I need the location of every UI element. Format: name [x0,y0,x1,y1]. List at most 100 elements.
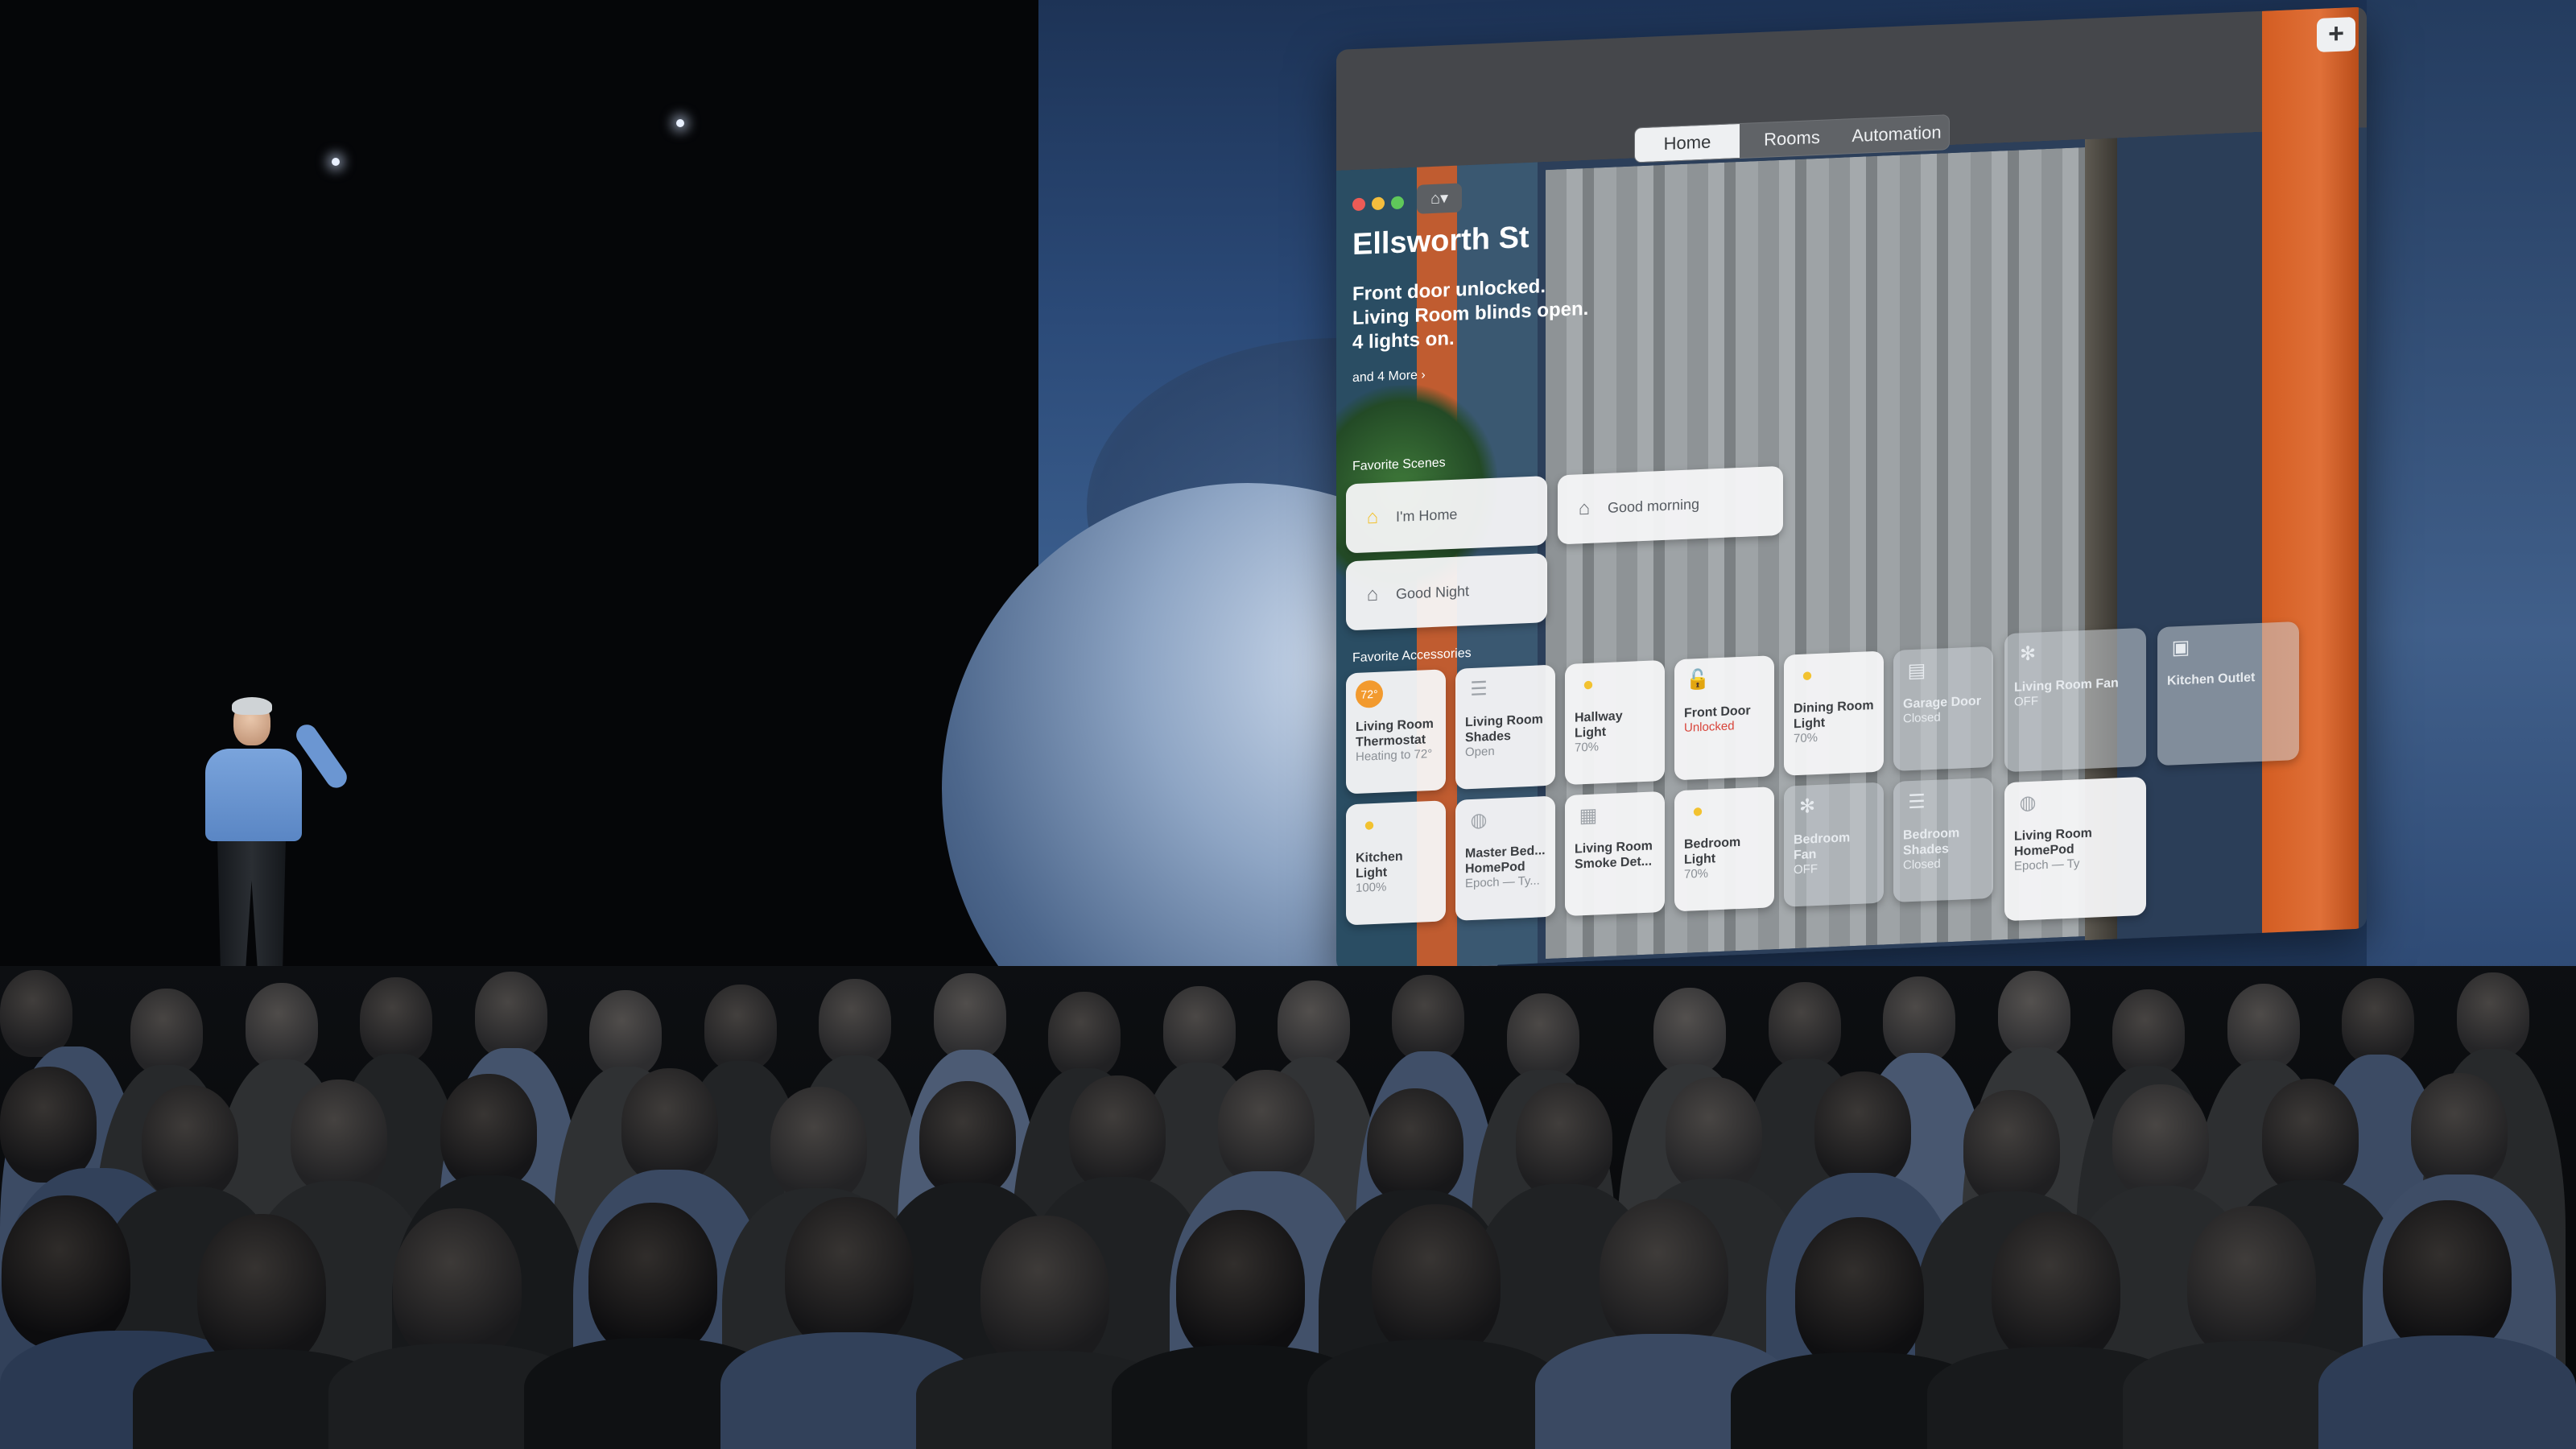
lightbulb-icon: ● [1363,813,1376,836]
accessory-bedroom-light[interactable]: ● Bedroom Light 70% [1674,786,1774,912]
audience-head [474,972,547,1059]
audience-head [1162,986,1236,1073]
audience-head [621,1068,718,1184]
accessory-status: 100% [1356,880,1387,895]
tab-home[interactable]: Home [1635,124,1740,163]
audience-head [1963,1090,2061,1206]
audience-head [1048,992,1121,1079]
accessory-master-bed-homepod[interactable]: ◍ Master Bed... HomePod Epoch — Ty... [1455,795,1555,921]
audience-head [2410,1073,2508,1189]
scene-good-morning[interactable]: ⌂ Good morning [1558,465,1783,545]
accessory-kitchen-light[interactable]: ● Kitchen Light 100% [1346,800,1446,926]
shades-icon: ☰ [1908,791,1926,814]
homepod-icon: ◍ [1470,809,1488,832]
wallpaper-sky [2367,0,2576,1055]
accessory-dining-room-light[interactable]: ● Dining Room Light 70% [1784,650,1884,776]
accessory-kitchen-outlet[interactable]: ▣ Kitchen Outlet [2157,621,2299,766]
accessory-name: Bedroom Shades [1903,826,1960,858]
audience-head [933,973,1006,1060]
home-status: Front door unlocked. Living Room blinds … [1352,273,1588,355]
scene-im-home[interactable]: ⌂ I'm Home [1346,476,1547,554]
accessory-status: 70% [1684,866,1709,881]
lightbulb-icon: ● [1582,673,1595,696]
audience-head [2342,978,2415,1065]
home-menu-button[interactable]: ⌂▾ [1417,183,1462,214]
audience-head [291,1080,388,1195]
accessory-living-room-smoke-detector[interactable]: ▦ Living Room Smoke Det... [1565,791,1665,917]
accessory-name: Living Room Thermostat [1356,716,1434,749]
presenter-shirt [205,749,302,841]
wallpaper-orange-wall [2262,6,2359,937]
audience-head [1068,1075,1166,1191]
audience-head [1392,975,1465,1062]
accessory-status: Closed [1903,710,1941,726]
add-button[interactable]: + [2317,16,2355,52]
accessory-garage-door[interactable]: ▤ Garage Door Closed [1893,646,1993,771]
audience-head [1372,1204,1501,1359]
audience-head [980,1216,1109,1370]
audience-head [2112,989,2186,1076]
audience-head [197,1214,327,1368]
accessory-living-room-thermostat[interactable]: 72° Living Room Thermostat Heating to 72… [1346,669,1446,795]
stage-light [332,158,340,166]
house-person-icon: ⌂ [1366,506,1379,529]
audience-head [1768,982,1841,1069]
accessory-hallway-light[interactable]: ● Hallway Light 70% [1565,659,1665,786]
accessory-status: OFF [1794,861,1818,877]
audience-head [0,1067,97,1183]
audience-head [1217,1070,1315,1186]
audience-head [2,1195,130,1350]
accessory-status: Unlocked [1684,719,1735,735]
homepod-icon: ◍ [2019,791,2037,815]
home-app-window: ⌂▾ Home Rooms Automation + Ellsworth St … [1336,6,2367,972]
more-status-link[interactable]: and 4 More › [1352,368,1426,386]
audience-head [1991,1212,2120,1366]
fan-icon: ✻ [1798,795,1816,818]
lightbulb-icon: ● [1691,799,1704,823]
audience [0,966,2576,1449]
sunrise-house-icon: ⌂ [1578,497,1591,520]
accessory-living-room-homepod[interactable]: ◍ Living Room HomePod Epoch — Ty [2004,776,2146,922]
audience-head [1278,980,1350,1067]
scene-good-night[interactable]: ⌂ Good Night [1346,553,1547,631]
accessory-status: Open [1465,744,1495,760]
audience-head [589,990,663,1077]
audience-head [588,1203,718,1357]
stage-light [676,119,684,127]
scene-name: I'm Home [1396,506,1458,525]
audience-shoulders [2318,1335,2576,1449]
audience-head [1795,1217,1925,1372]
home-title: Ellsworth St [1352,220,1530,262]
audience-head [2456,972,2529,1059]
accessory-name: Master Bed... HomePod [1465,844,1546,877]
presenter [197,697,351,990]
audience-head [2186,1206,2316,1360]
accessory-name: Kitchen Light [1356,849,1403,881]
audience-head [1665,1077,1762,1193]
accessory-name: Dining Room Light [1794,699,1874,732]
accessory-living-room-fan[interactable]: ✻ Living Room Fan OFF [2004,627,2146,773]
audience-head [360,977,433,1064]
audience-head [1653,988,1727,1075]
accessory-living-room-shades[interactable]: ☰ Living Room Shades Open [1455,664,1555,790]
audience-head [770,1087,868,1203]
accessory-status: Closed [1903,857,1941,873]
audience-head [784,1197,914,1352]
lock-open-icon: 🔓 [1686,668,1710,691]
accessory-front-door[interactable]: 🔓 Front Door Unlocked [1674,655,1774,781]
audience-head [1883,976,1956,1063]
audience-head [440,1074,537,1190]
audience-head [2382,1200,2512,1355]
audience-head [1516,1083,1613,1199]
audience-head [142,1085,239,1201]
shades-icon: ☰ [1470,678,1488,701]
accessory-name: Hallway Light [1575,709,1623,741]
thermostat-icon: 72° [1356,679,1383,708]
accessory-name: Living Room HomePod [2014,826,2092,859]
tab-rooms[interactable]: Rooms [1740,120,1844,158]
tab-automation[interactable]: Automation [1844,115,1949,153]
audience-head [393,1208,522,1363]
audience-head [245,983,318,1070]
accessory-bedroom-shades[interactable]: ☰ Bedroom Shades Closed [1893,777,1993,902]
accessory-bedroom-fan[interactable]: ✻ Bedroom Fan OFF [1784,782,1884,907]
